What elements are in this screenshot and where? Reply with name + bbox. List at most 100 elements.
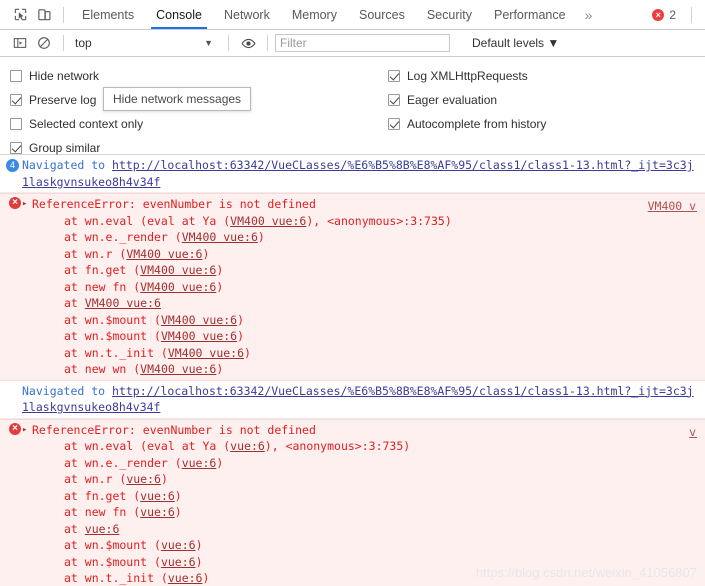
tab-console[interactable]: Console [145, 0, 213, 29]
devtools-tabbar: Elements Console Network Memory Sources … [0, 0, 705, 30]
live-expression-icon[interactable] [236, 32, 260, 54]
tab-performance[interactable]: Performance [483, 0, 577, 29]
hide-network-messages-tooltip: Hide network messages [103, 87, 252, 111]
stack-frame-src[interactable]: VM400 vue:6 [230, 214, 306, 228]
stack-frame-src[interactable]: vue:6 [161, 555, 196, 569]
tab-security[interactable]: Security [416, 0, 483, 29]
stack-frame: at new fn (VM400 vue:6) [22, 279, 697, 296]
error-title-row[interactable]: ▸ ReferenceError: evenNumber is not defin… [22, 422, 697, 439]
device-toolbar-icon[interactable] [32, 4, 56, 26]
selected-context-only-checkbox[interactable] [10, 118, 22, 130]
tab-elements[interactable]: Elements [71, 0, 145, 29]
stack-frame-fn: at wn.e._render ( [64, 230, 182, 244]
log-xhr-checkbox[interactable] [388, 70, 400, 82]
stack-frame: at wn.r (vue:6) [22, 471, 697, 488]
console-sidebar-icon[interactable] [8, 32, 32, 54]
stack-frame-src[interactable]: vue:6 [161, 538, 196, 552]
tabbar-end-divider [691, 6, 692, 23]
console-message-list[interactable]: 4 Navigated to http://localhost:63342/Vu… [0, 155, 705, 586]
stack-frame: at wn.eval (eval at Ya (VM400 vue:6), <a… [22, 213, 697, 230]
setting-eager-evaluation[interactable]: Eager evaluation [388, 88, 546, 112]
stack-frame-src[interactable]: VM400 vue:6 [85, 296, 161, 310]
console-message-navigation[interactable]: Navigated to http://localhost:63342/VueC… [0, 380, 705, 419]
hide-network-label: Hide network [29, 69, 100, 83]
setting-hide-network[interactable]: Hide network [10, 64, 143, 88]
stack-frame-src[interactable]: VM400 vue:6 [140, 362, 216, 376]
navigation-url[interactable]: http://localhost:63342/VueCLasses/%E6%B5… [22, 384, 694, 415]
console-message-navigation[interactable]: 4 Navigated to http://localhost:63342/Vu… [0, 155, 705, 193]
stack-frame: at wn.e._render (vue:6) [22, 455, 697, 472]
stack-frame-src[interactable]: vue:6 [230, 439, 265, 453]
error-title-row[interactable]: ▸ ReferenceError: evenNumber is not defin… [22, 196, 697, 213]
stack-frame-tail: ) [160, 472, 168, 486]
stack-frame-fn: at wn.t._init ( [64, 345, 168, 360]
more-tabs-icon[interactable]: » [577, 7, 599, 23]
filter-input[interactable] [275, 34, 450, 52]
stack-frame-fn: at wn.e._render ( [64, 455, 182, 470]
navigation-message-body: 4 Navigated to http://localhost:63342/Vu… [0, 157, 705, 190]
toolbar-divider [63, 6, 64, 23]
stack-frame-src[interactable]: vue:6 [140, 505, 175, 519]
stack-frame: at fn.get (VM400 vue:6) [22, 262, 697, 279]
log-levels-dropdown[interactable]: Default levels ▼ [472, 36, 559, 50]
stack-frame-src[interactable]: VM400 vue:6 [161, 329, 237, 343]
navigation-url[interactable]: http://localhost:63342/VueCLasses/%E6%B5… [22, 158, 694, 189]
stack-frame-fn: at wn.$mount ( [64, 538, 161, 552]
stack-frame-tail: ) [244, 345, 251, 360]
preserve-log-checkbox[interactable] [10, 94, 22, 106]
stack-frame-src[interactable]: vue:6 [140, 489, 175, 503]
navigation-prefix: Navigated to [22, 158, 113, 172]
stack-frame-tail: ) [216, 263, 224, 277]
setting-selected-context-only[interactable]: Selected context only [10, 112, 143, 136]
stack-frame-src[interactable]: vue:6 [182, 456, 217, 470]
stack-frame-fn: at new fn ( [64, 279, 141, 294]
stack-frame-fn: at wn.t._init ( [64, 571, 168, 585]
stack-frame-src[interactable]: vue:6 [85, 522, 120, 536]
error-count-badge[interactable]: × 2 [652, 8, 684, 22]
hide-network-checkbox[interactable] [10, 70, 22, 82]
stack-frame-src[interactable]: VM400 vue:6 [140, 280, 216, 294]
group-similar-label: Group similar [29, 141, 101, 155]
error-source-link[interactable]: vu [689, 424, 697, 439]
eager-evaluation-checkbox[interactable] [388, 94, 400, 106]
setting-log-xhr[interactable]: Log XMLHttpRequests [388, 64, 546, 88]
tab-sources[interactable]: Sources [348, 0, 416, 29]
stack-frame: at wn.t._init (vue:6) [22, 570, 697, 586]
execution-context-value: top [75, 36, 92, 50]
error-count-label: 2 [669, 7, 676, 22]
stack-frame: at wn.$mount (vue:6) [22, 554, 697, 571]
tab-sources-label: Sources [358, 7, 405, 22]
tab-security-label: Security [426, 7, 472, 22]
stack-frame: at fn.get (vue:6) [22, 488, 697, 505]
stack-frame: at wn.t._init (VM400 vue:6) [22, 345, 697, 362]
stack-frame-src[interactable]: VM400 vue:6 [182, 230, 258, 244]
expand-triangle-icon[interactable]: ▸ [22, 422, 27, 439]
expand-triangle-icon[interactable]: ▸ [22, 196, 27, 213]
tab-performance-label: Performance [494, 7, 566, 22]
stack-frame-tail: ) [216, 279, 224, 294]
console-message-error[interactable]: × ▸ ReferenceError: evenNumber is not def… [0, 193, 705, 381]
error-source-link[interactable]: VM400 vu [648, 198, 697, 213]
inspect-cursor-icon[interactable] [8, 4, 32, 26]
execution-context-select[interactable]: top ▼ [71, 36, 221, 50]
tab-network[interactable]: Network [213, 0, 281, 29]
stack-frame-src[interactable]: VM400 vue:6 [126, 247, 202, 261]
stack-frame-src[interactable]: VM400 vue:6 [140, 263, 216, 277]
stack-frame-src[interactable]: VM400 vue:6 [168, 346, 244, 360]
stack-frame-src[interactable]: VM400 vue:6 [161, 313, 237, 327]
navigation-message-body: Navigated to http://localhost:63342/VueC… [0, 383, 705, 416]
stack-frame-tail: ) [237, 329, 245, 343]
eager-evaluation-label: Eager evaluation [407, 93, 498, 107]
group-similar-checkbox[interactable] [10, 142, 22, 154]
clear-console-icon[interactable] [32, 32, 56, 54]
stack-frame-src[interactable]: vue:6 [126, 472, 161, 486]
console-message-error[interactable]: × ▸ ReferenceError: evenNumber is not def… [0, 418, 705, 586]
error-circle-icon: × [652, 8, 665, 21]
setting-autocomplete-history[interactable]: Autocomplete from history [388, 112, 546, 136]
chevron-down-icon: ▼ [204, 38, 213, 48]
stack-frame-src[interactable]: vue:6 [168, 571, 203, 585]
tab-memory[interactable]: Memory [281, 0, 348, 29]
tab-console-label: Console [156, 7, 202, 22]
filterbar-divider-1 [63, 35, 64, 51]
autocomplete-history-checkbox[interactable] [388, 118, 400, 130]
